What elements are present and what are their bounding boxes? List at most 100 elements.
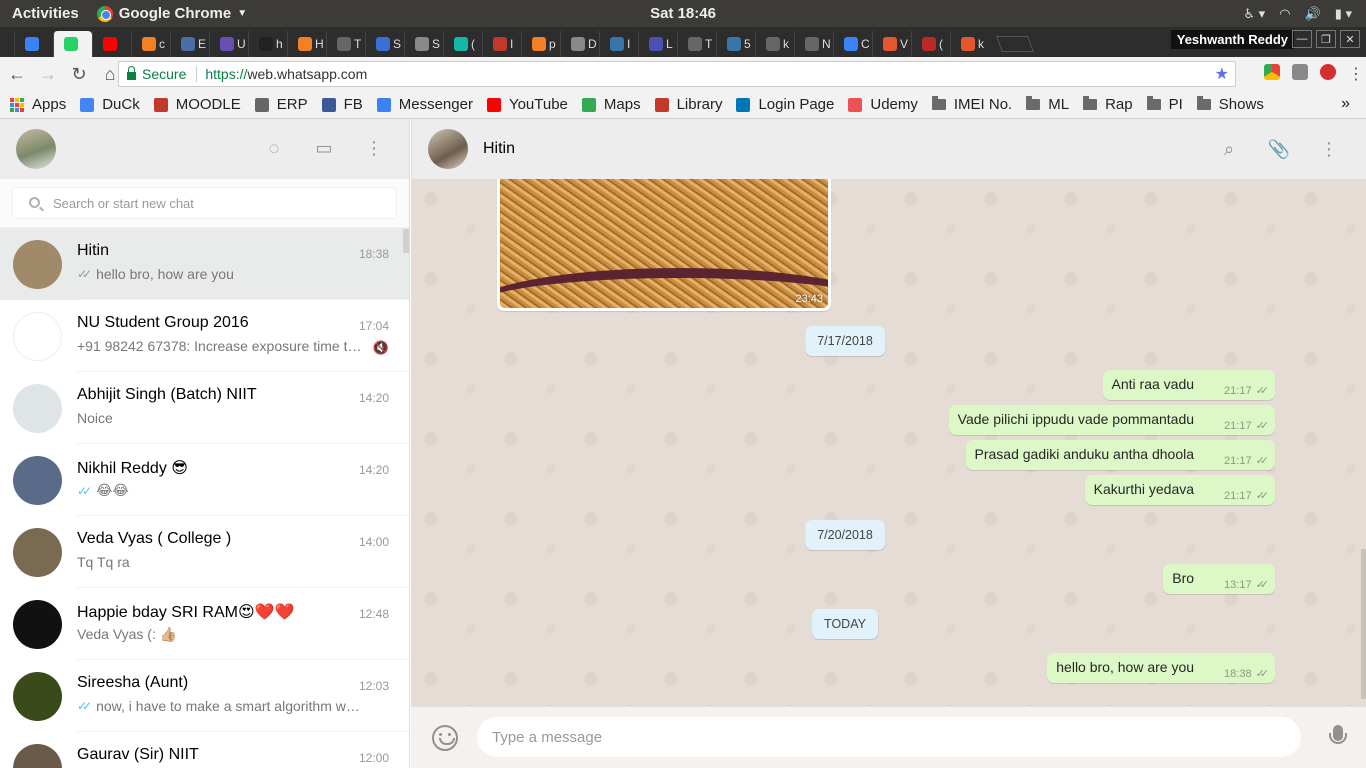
browser-tab[interactable]: k <box>950 31 989 57</box>
attach-icon[interactable]: 📎 <box>1268 138 1290 160</box>
outgoing-message[interactable]: Anti raa vadu 21:17 ✓✓ <box>1102 370 1275 400</box>
forward-icon[interactable]: → <box>34 60 62 88</box>
bookmark-item[interactable]: Login Page <box>736 96 834 113</box>
profile-name[interactable]: Yeshwanth Reddy <box>1170 30 1294 49</box>
bookmark-item[interactable]: Udemy <box>848 96 918 113</box>
browser-tab[interactable] <box>53 31 92 57</box>
menu-kebab-icon[interactable]: ⋮ <box>1318 138 1340 160</box>
back-icon[interactable]: ← <box>3 60 31 88</box>
browser-tab[interactable]: ( <box>911 31 950 57</box>
sidebar-scrollbar[interactable] <box>403 229 409 253</box>
bookmark-item[interactable]: Messenger <box>376 96 473 113</box>
browser-tab[interactable]: k <box>755 31 794 57</box>
image-message[interactable]: 23:43 <box>497 179 831 311</box>
more-bookmarks-icon[interactable]: » <box>1341 95 1350 113</box>
conversation-scrollbar[interactable] <box>1361 549 1366 699</box>
bookmark-item[interactable]: Rap <box>1083 96 1133 113</box>
outgoing-message[interactable]: Bro 13:17 ✓✓ <box>1163 564 1275 594</box>
outgoing-message[interactable]: Kakurthi yedava 21:17 ✓✓ <box>1084 475 1275 505</box>
browser-tab[interactable]: D <box>560 31 599 57</box>
browser-tab[interactable]: I <box>482 31 521 57</box>
volume-icon[interactable]: 🔊 <box>1305 6 1321 22</box>
message-input[interactable] <box>477 717 1301 757</box>
chat-time: 12:48 <box>358 607 389 621</box>
bookmark-label: Rap <box>1105 96 1133 113</box>
bookmark-item[interactable]: YouTube <box>486 96 568 113</box>
bookmark-item[interactable]: IMEI No. <box>931 96 1012 113</box>
bookmark-star-icon[interactable]: ★ <box>1215 64 1229 84</box>
bookmark-item[interactable]: Library <box>654 96 722 113</box>
contact-avatar[interactable] <box>428 129 468 169</box>
bookmark-item[interactable]: Shows <box>1196 96 1264 113</box>
microphone-icon[interactable] <box>1329 725 1347 744</box>
message-area: 23:43 7/17/2018 Anti raa vadu 21:17 ✓✓ Va… <box>411 179 1366 706</box>
bookmark-item[interactable]: FB <box>321 96 363 113</box>
browser-tab[interactable]: N <box>794 31 833 57</box>
reload-icon[interactable]: ↻ <box>65 60 93 88</box>
chat-list-item[interactable]: Veda Vyas ( College ) 14:00 Tq Tq ra <box>0 516 409 588</box>
app-menu[interactable]: Google Chrome ▼ <box>96 5 247 22</box>
browser-tab[interactable]: E <box>170 31 209 57</box>
chat-list-item[interactable]: Nikhil Reddy 😎 14:20 ✓✓ 😂😂 <box>0 444 409 516</box>
new-chat-icon[interactable]: ▭ <box>313 137 335 159</box>
accessibility-icon[interactable]: ♿ ▾ <box>1243 6 1265 22</box>
bookmark-item[interactable]: PI <box>1146 96 1183 113</box>
browser-tab[interactable] <box>92 31 131 57</box>
search-icon[interactable] <box>29 197 40 208</box>
browser-tab[interactable] <box>14 31 53 57</box>
browser-tab[interactable]: h <box>248 31 287 57</box>
bookmark-item[interactable]: Maps <box>581 96 641 113</box>
outgoing-message[interactable]: Prasad gadiki anduku antha dhoola 21:17 ✓… <box>965 440 1275 470</box>
browser-tab[interactable]: 5 <box>716 31 755 57</box>
bookmark-item[interactable]: DuCk <box>80 96 140 113</box>
chat-list-item[interactable]: Sireesha (Aunt) 12:03 ✓✓ now, i have to mak… <box>0 660 409 732</box>
bookmark-item[interactable]: ERP <box>254 96 308 113</box>
close-icon[interactable]: ✕ <box>1340 30 1360 48</box>
search-icon[interactable]: ⌕ <box>1218 138 1240 160</box>
menu-kebab-icon[interactable]: ⋮ <box>1348 64 1364 83</box>
outgoing-message[interactable]: Vade pilichi ippudu vade pommantadu 21:1… <box>948 405 1275 435</box>
chat-list-item[interactable]: Abhijit Singh (Batch) NIIT 14:20 Noice <box>0 372 409 444</box>
browser-tab[interactable]: T <box>677 31 716 57</box>
bookmark-item[interactable]: MOODLE <box>153 96 241 113</box>
browser-tab[interactable]: I <box>599 31 638 57</box>
noodles-photo[interactable] <box>500 179 828 308</box>
menu-kebab-icon[interactable]: ⋮ <box>363 137 385 159</box>
bookmark-item[interactable]: ML <box>1026 96 1069 113</box>
minimize-icon[interactable]: — <box>1292 30 1312 48</box>
extension-icon[interactable] <box>1292 64 1308 80</box>
chat-list-item[interactable]: Happie bday SRI RAM😍❤️❤️ 12:48 Veda Vyas (… <box>0 588 409 660</box>
browser-tab[interactable]: T <box>326 31 365 57</box>
emoji-icon[interactable] <box>432 724 458 751</box>
my-avatar[interactable] <box>16 129 56 169</box>
bookmark-item[interactable]: Apps <box>10 96 66 113</box>
contact-name[interactable]: Hitin <box>483 140 515 158</box>
battery-icon[interactable]: ▮ ▾ <box>1335 6 1352 22</box>
chat-list-item[interactable]: Hitin 18:38 ✓✓ hello bro, how are you <box>0 228 409 300</box>
browser-tab[interactable]: p <box>521 31 560 57</box>
address-bar[interactable]: Secure https:// web.whatsapp.com ★ <box>118 61 1236 87</box>
system-tray[interactable]: ♿ ▾ ◠ 🔊 ▮ ▾ <box>1243 0 1352 27</box>
extension-icon[interactable] <box>1320 64 1336 80</box>
chat-preview: ✓✓ now, i have to make a smart algorithm … <box>77 698 367 714</box>
browser-tab[interactable]: ( <box>443 31 482 57</box>
chat-list-item[interactable]: Gaurav (Sir) NIIT 12:00 <box>0 732 409 768</box>
browser-tab[interactable]: V <box>872 31 911 57</box>
browser-tab[interactable]: H <box>287 31 326 57</box>
chat-list-item[interactable]: NU Student Group 2016 17:04 +91 98242 6737… <box>0 300 409 372</box>
browser-tab[interactable]: S <box>404 31 443 57</box>
search-input[interactable] <box>53 195 353 211</box>
new-tab-button[interactable] <box>996 36 1034 52</box>
browser-tab[interactable]: L <box>638 31 677 57</box>
browser-tab[interactable]: C <box>833 31 872 57</box>
browser-tab[interactable]: c <box>131 31 170 57</box>
status-icon[interactable]: ◌ <box>263 137 285 159</box>
activities-button[interactable]: Activities <box>0 5 91 22</box>
extension-icon[interactable] <box>1264 64 1280 80</box>
wifi-icon[interactable]: ◠ <box>1279 6 1290 22</box>
security-indicator[interactable]: Secure <box>127 66 198 82</box>
outgoing-message[interactable]: hello bro, how are you 18:38 ✓✓ <box>1047 653 1275 683</box>
browser-tab[interactable]: S <box>365 31 404 57</box>
browser-tab[interactable]: U <box>209 31 248 57</box>
maximize-icon[interactable]: ❐ <box>1316 30 1336 48</box>
